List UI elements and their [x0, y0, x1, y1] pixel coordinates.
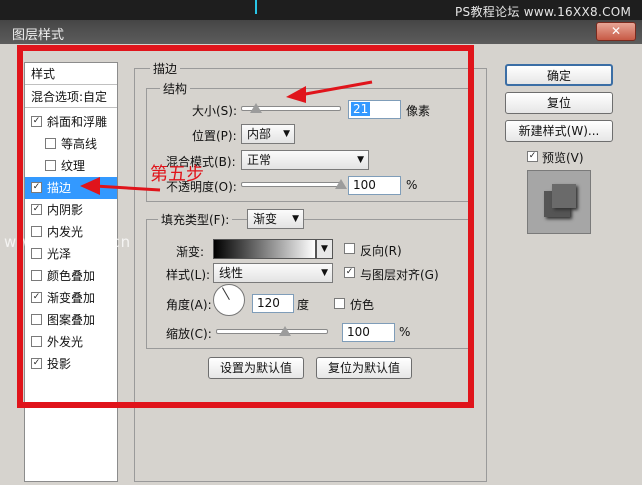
arrow-to-size [286, 80, 373, 103]
arrow-to-stroke [80, 177, 161, 195]
annotation-arrows [80, 80, 373, 195]
step-annotation: 第五步 [150, 164, 204, 185]
